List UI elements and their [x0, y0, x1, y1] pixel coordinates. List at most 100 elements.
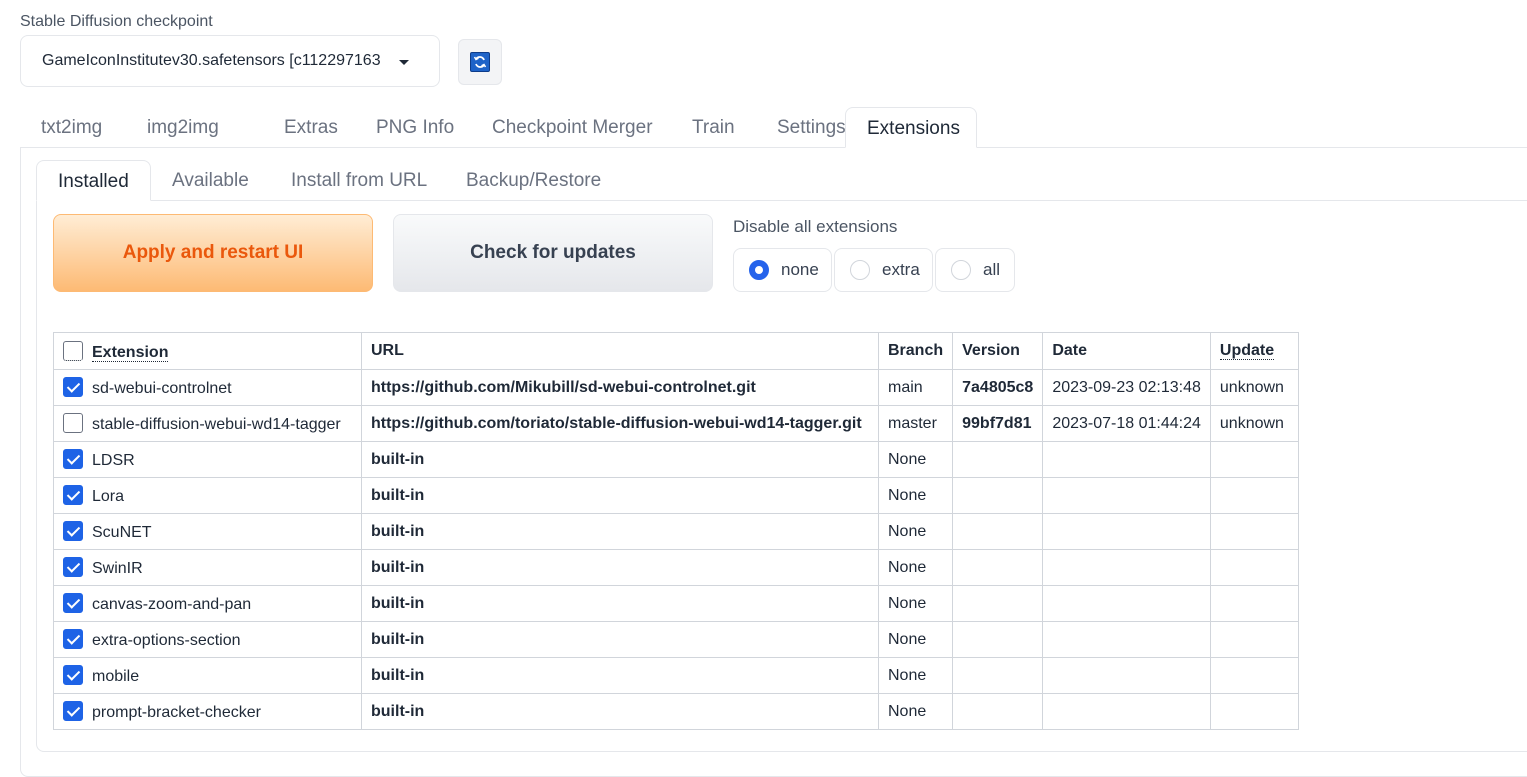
radio-all[interactable]: all — [935, 248, 1015, 292]
select-all-checkbox[interactable] — [63, 340, 83, 361]
table-row: SwinIR built-in None — [53, 549, 1299, 586]
radio-unselected-icon — [850, 260, 870, 280]
extension-enabled-checkbox[interactable] — [63, 521, 83, 541]
extension-update — [1209, 513, 1299, 550]
extension-update — [1209, 693, 1299, 730]
tab-png-info[interactable]: PNG Info — [355, 107, 471, 148]
table-row: mobile built-in None — [53, 657, 1299, 694]
radio-extra[interactable]: extra — [834, 248, 933, 292]
extension-enabled-checkbox[interactable] — [63, 485, 83, 505]
extension-update — [1209, 621, 1299, 658]
header-extension: Extension — [53, 332, 362, 370]
extension-cell: Lora — [53, 477, 362, 514]
tab-extras[interactable]: Extras — [263, 107, 355, 148]
extension-version — [952, 441, 1044, 478]
extension-enabled-checkbox[interactable] — [63, 413, 83, 433]
extension-name: ScuNET — [92, 524, 152, 541]
chevron-down-icon — [399, 60, 409, 65]
table-row: canvas-zoom-and-pan built-in None — [53, 585, 1299, 622]
extension-branch: None — [877, 441, 954, 478]
extension-cell: stable-diffusion-webui-wd14-tagger — [53, 405, 362, 442]
extension-branch: main — [877, 369, 954, 406]
tab-settings[interactable]: Settings — [756, 107, 846, 148]
extensions-subtabs: Installed Available Install from URL Bac… — [36, 160, 625, 201]
table-row: LDSR built-in None — [53, 441, 1299, 478]
extension-enabled-checkbox[interactable] — [63, 665, 83, 685]
disable-extensions-label: Disable all extensions — [733, 217, 898, 236]
refresh-checkpoint-button[interactable] — [458, 39, 502, 85]
extension-enabled-checkbox[interactable] — [63, 701, 83, 721]
extension-url: built-in — [361, 657, 879, 694]
extension-cell: sd-webui-controlnet — [53, 369, 362, 406]
extension-enabled-checkbox[interactable] — [63, 449, 83, 469]
extension-date: 2023-07-18 01:44:24 — [1042, 405, 1211, 442]
tab-installed[interactable]: Installed — [36, 160, 151, 201]
radio-none[interactable]: none — [733, 248, 832, 292]
header-url: URL — [361, 332, 879, 370]
extension-update — [1209, 441, 1299, 478]
header-branch: Branch — [877, 332, 954, 370]
tab-extensions[interactable]: Extensions — [845, 107, 977, 148]
extension-cell: prompt-bracket-checker — [53, 693, 362, 730]
extension-date: 2023-09-23 02:13:48 — [1042, 369, 1211, 406]
main-tabs: txt2img img2img Extras PNG Info Checkpoi… — [20, 107, 977, 148]
extension-date — [1042, 585, 1211, 622]
extension-name: LDSR — [92, 452, 135, 469]
extension-update: unknown — [1209, 369, 1299, 406]
extension-enabled-checkbox[interactable] — [63, 593, 83, 613]
extension-enabled-checkbox[interactable] — [63, 377, 83, 397]
extension-version: 99bf7d81 — [952, 405, 1044, 442]
extension-date — [1042, 657, 1211, 694]
extension-date — [1042, 621, 1211, 658]
extension-url: built-in — [361, 693, 879, 730]
extension-url: https://github.com/toriato/stable-diffus… — [361, 405, 879, 442]
table-header-row: Extension URL Branch Version Date Update — [53, 332, 1299, 370]
extension-name: stable-diffusion-webui-wd14-tagger — [92, 416, 341, 433]
extension-version — [952, 621, 1044, 658]
extension-version: 7a4805c8 — [952, 369, 1044, 406]
header-extension-label: Extension — [92, 343, 169, 362]
extension-enabled-checkbox[interactable] — [63, 557, 83, 577]
extension-url: built-in — [361, 441, 879, 478]
extension-version — [952, 549, 1044, 586]
extension-name: Lora — [92, 488, 125, 505]
header-version: Version — [952, 332, 1044, 370]
extension-name: canvas-zoom-and-pan — [92, 596, 252, 613]
tab-checkpoint-merger[interactable]: Checkpoint Merger — [471, 107, 671, 148]
extension-update — [1209, 477, 1299, 514]
extension-branch: None — [877, 477, 954, 514]
header-update: Update — [1209, 332, 1299, 370]
table-row: ScuNET built-in None — [53, 513, 1299, 550]
extension-version — [952, 693, 1044, 730]
extension-enabled-checkbox[interactable] — [63, 629, 83, 649]
table-row: extra-options-section built-in None — [53, 621, 1299, 658]
radio-selected-icon — [749, 260, 769, 280]
extension-cell: ScuNET — [53, 513, 362, 550]
extension-version — [952, 585, 1044, 622]
extension-url: built-in — [361, 513, 879, 550]
check-for-updates-button[interactable]: Check for updates — [393, 214, 713, 292]
extension-version — [952, 657, 1044, 694]
extension-version — [952, 513, 1044, 550]
extension-version — [952, 477, 1044, 514]
tab-available[interactable]: Available — [151, 160, 270, 201]
extension-date — [1042, 441, 1211, 478]
tab-img2img[interactable]: img2img — [126, 107, 263, 148]
extension-url: https://github.com/Mikubill/sd-webui-con… — [361, 369, 879, 406]
extension-update — [1209, 657, 1299, 694]
extension-url: built-in — [361, 585, 879, 622]
tab-txt2img[interactable]: txt2img — [20, 107, 126, 148]
extension-date — [1042, 549, 1211, 586]
extension-branch: None — [877, 585, 954, 622]
tab-train[interactable]: Train — [671, 107, 756, 148]
refresh-icon — [470, 52, 490, 72]
tab-install-from-url[interactable]: Install from URL — [270, 160, 445, 201]
apply-and-restart-button[interactable]: Apply and restart UI — [53, 214, 373, 292]
tab-backup-restore[interactable]: Backup/Restore — [445, 160, 625, 201]
extension-update — [1209, 549, 1299, 586]
checkpoint-dropdown[interactable]: GameIconInstitutev30.safetensors [c11229… — [20, 35, 440, 87]
checkpoint-label: Stable Diffusion checkpoint — [20, 13, 213, 30]
extension-cell: LDSR — [53, 441, 362, 478]
checkpoint-value: GameIconInstitutev30.safetensors [c11229… — [42, 52, 381, 69]
extension-name: prompt-bracket-checker — [92, 704, 261, 721]
